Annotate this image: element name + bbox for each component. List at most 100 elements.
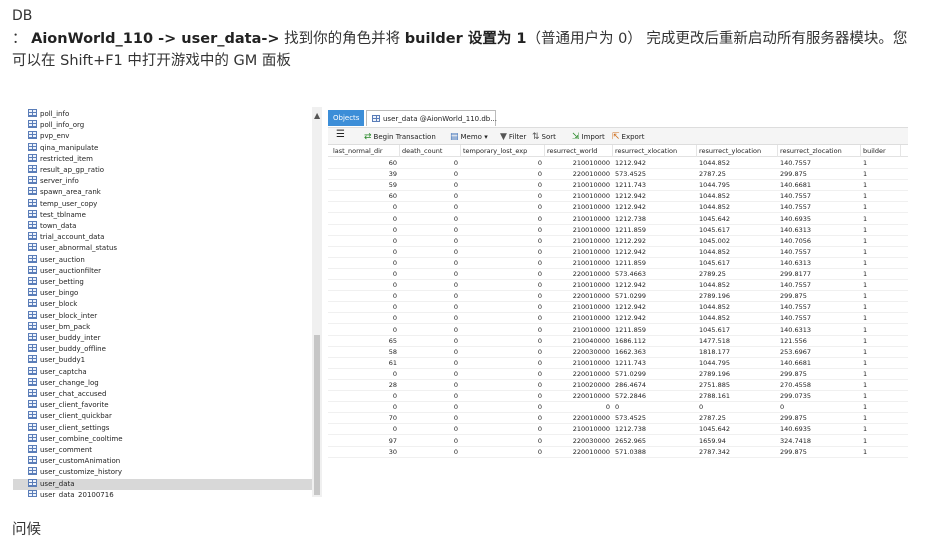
table-cell[interactable]: 1: [861, 380, 901, 391]
table-cell[interactable]: 1212.738: [613, 214, 697, 225]
table-cell[interactable]: 1045.642: [697, 424, 778, 435]
table-cell[interactable]: 1: [861, 424, 901, 435]
table-cell[interactable]: 0: [400, 325, 461, 336]
table-cell[interactable]: 1045.617: [697, 225, 778, 236]
table-cell[interactable]: 0: [400, 291, 461, 302]
table-cell[interactable]: 0: [461, 402, 545, 413]
table-cell[interactable]: 0: [461, 291, 545, 302]
table-cell[interactable]: 0: [400, 336, 461, 347]
table-cell[interactable]: 210010000: [545, 258, 613, 269]
table-cell[interactable]: 0: [461, 225, 545, 236]
table-row[interactable]: 58 0 0 220030000 1662.363 1818.177 253.6967 1: [328, 347, 908, 358]
table-row[interactable]: 0 0 0 210010000 1212.942 1044.852 140.7557 1: [328, 313, 908, 325]
table-cell[interactable]: 1045.002: [697, 236, 778, 247]
table-cell[interactable]: 30: [331, 447, 400, 458]
table-cell[interactable]: 1: [861, 447, 901, 458]
table-cell[interactable]: 299.0735: [778, 391, 861, 402]
table-cell[interactable]: 1: [861, 180, 901, 191]
table-cell[interactable]: 1818.177: [697, 347, 778, 358]
table-cell[interactable]: 0: [461, 280, 545, 291]
table-cell[interactable]: 2789.196: [697, 369, 778, 380]
table-cell[interactable]: 1044.852: [697, 313, 778, 324]
table-cell[interactable]: 0: [400, 191, 461, 202]
table-cell[interactable]: 60: [331, 158, 400, 169]
table-cell[interactable]: 0: [461, 313, 545, 324]
table-cell[interactable]: 0: [461, 369, 545, 380]
table-cell[interactable]: 270.4558: [778, 380, 861, 391]
table-cell[interactable]: 0: [400, 258, 461, 269]
table-cell[interactable]: 220030000: [545, 436, 613, 447]
table-cell[interactable]: 1: [861, 202, 901, 213]
table-row[interactable]: 00000001: [328, 402, 908, 414]
table-row[interactable]: 70 0 0 220010000 573.4525 2787.25 299.875 1: [328, 413, 908, 425]
table-cell[interactable]: 210010000: [545, 191, 613, 202]
table-cell[interactable]: 210010000: [545, 236, 613, 247]
table-cell[interactable]: 1044.852: [697, 158, 778, 169]
table-cell[interactable]: 1044.795: [697, 358, 778, 369]
table-cell[interactable]: 1045.617: [697, 258, 778, 269]
table-cell[interactable]: 1044.795: [697, 180, 778, 191]
tree-item[interactable]: test_tblname: [28, 209, 313, 221]
table-row[interactable]: 0 0 0 210010000 1212.942 1044.852 140.7557 1: [328, 302, 908, 314]
table-cell[interactable]: 140.7557: [778, 191, 861, 202]
table-cell[interactable]: 0: [400, 369, 461, 380]
table-row[interactable]: 0 0 0 210010000 1212.738 1045.642 140.6935 1: [328, 214, 908, 225]
table-cell[interactable]: 0: [331, 258, 400, 269]
table-cell[interactable]: 0: [331, 402, 400, 413]
table-cell[interactable]: 0: [461, 336, 545, 347]
table-cell[interactable]: 140.7557: [778, 202, 861, 213]
table-cell[interactable]: 59: [331, 180, 400, 191]
table-cell[interactable]: 0: [697, 402, 778, 413]
table-cell[interactable]: 571.0388: [613, 447, 697, 458]
table-cell[interactable]: 0: [461, 202, 545, 213]
table-cell[interactable]: 0: [461, 214, 545, 225]
table-cell[interactable]: 1045.642: [697, 214, 778, 225]
table-cell[interactable]: 140.6935: [778, 214, 861, 225]
table-cell[interactable]: 1: [861, 258, 901, 269]
table-cell[interactable]: 140.6313: [778, 258, 861, 269]
table-cell[interactable]: 1044.852: [697, 191, 778, 202]
export-button[interactable]: ⇱ Export: [612, 131, 644, 143]
tab-scroll-icon[interactable]: ▲: [314, 111, 320, 120]
table-cell[interactable]: 2751.885: [697, 380, 778, 391]
table-cell[interactable]: 140.6681: [778, 358, 861, 369]
tree-item[interactable]: user_auction: [28, 254, 313, 266]
table-cell[interactable]: 61: [331, 358, 400, 369]
table-row[interactable]: 0 0 0 210010000 1212.738 1045.642 140.6935 1: [328, 424, 908, 436]
table-cell[interactable]: 210010000: [545, 202, 613, 213]
table-cell[interactable]: 220010000: [545, 269, 613, 280]
table-row[interactable]: 0 0 0 220010000 572.2846 2788.161 299.0735 1: [328, 391, 908, 403]
tab-objects[interactable]: Objects: [328, 110, 364, 126]
tree-item[interactable]: restricted_item: [28, 153, 313, 165]
tree-item[interactable]: user_buddy1: [28, 355, 313, 366]
table-cell[interactable]: 1: [861, 269, 901, 280]
table-row[interactable]: 65 0 0 210040000 1686.112 1477.518 121.556 1: [328, 336, 908, 347]
table-cell[interactable]: 0: [778, 402, 861, 413]
table-row[interactable]: 0 0 0 220010000 573.4663 2789.25 299.8177 1: [328, 269, 908, 280]
table-cell[interactable]: 140.7557: [778, 247, 861, 258]
table-cell[interactable]: 0: [461, 158, 545, 169]
tree-item[interactable]: temp_user_copy: [28, 198, 313, 210]
column-header[interactable]: last_normal_dir: [331, 145, 400, 157]
tree-item[interactable]: user_data: [13, 478, 312, 490]
table-cell[interactable]: 2789.25: [697, 269, 778, 280]
table-cell[interactable]: 210010000: [545, 214, 613, 225]
table-cell[interactable]: 140.6681: [778, 180, 861, 191]
table-cell[interactable]: 0: [400, 447, 461, 458]
tree-item[interactable]: pvp_env: [28, 131, 313, 142]
table-cell[interactable]: 2788.161: [697, 391, 778, 402]
table-cell[interactable]: 0: [400, 158, 461, 169]
tree-item[interactable]: user_bingo: [28, 288, 313, 299]
table-cell[interactable]: 1211.743: [613, 358, 697, 369]
table-cell[interactable]: 0: [400, 280, 461, 291]
table-cell[interactable]: 573.4525: [613, 169, 697, 180]
tree-item[interactable]: user_bm_pack: [28, 321, 313, 333]
table-cell[interactable]: 0: [461, 269, 545, 280]
tree-item[interactable]: trial_account_data: [28, 232, 313, 243]
tree-item[interactable]: user_comment: [28, 445, 313, 456]
tree-item[interactable]: poll_info: [28, 109, 313, 120]
table-cell[interactable]: 1: [861, 347, 901, 358]
tree-item[interactable]: user_buddy_inter: [28, 333, 313, 344]
tree-item[interactable]: qina_manipulate: [28, 142, 313, 154]
table-cell[interactable]: 1044.852: [697, 280, 778, 291]
